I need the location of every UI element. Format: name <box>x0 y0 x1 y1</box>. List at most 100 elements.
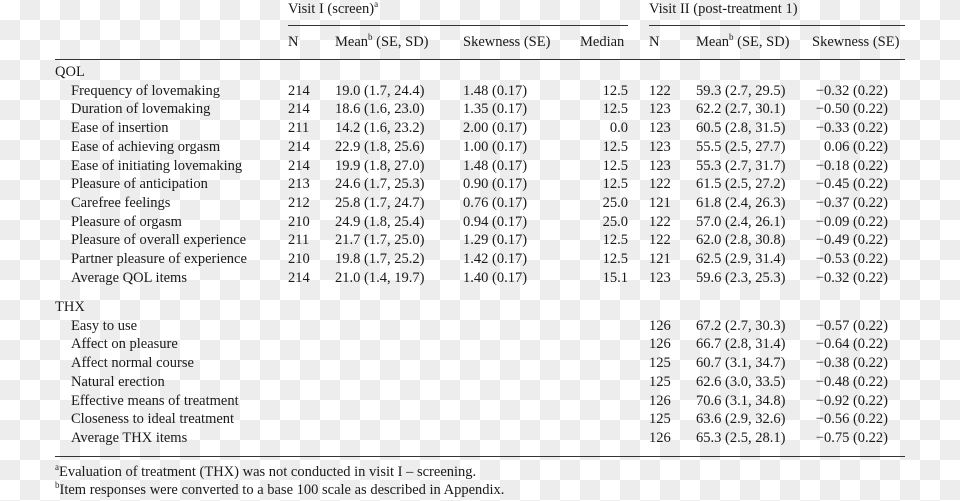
cell-v2-skew: −0.18 (0.22) <box>815 157 888 174</box>
cell-v2-n: 123 <box>649 120 671 137</box>
cell-v2-skew: −0.56 (0.22) <box>815 411 888 428</box>
row-label: Affect on pleasure <box>71 336 178 353</box>
cell-v1-n: 214 <box>288 157 310 174</box>
col-header-text: (SE, SD) <box>372 34 429 50</box>
cell-v1-median: 25.0 <box>602 194 628 211</box>
cell-v1-median: 12.5 <box>602 251 628 267</box>
cell-v1-skew: 1.29 (0.17) <box>463 232 528 249</box>
cell-v1-mean: 19.0 (1.7, 24.4) <box>335 82 425 99</box>
cell-v1-n: 211 <box>288 120 310 137</box>
row-label: Ease of insertion <box>71 120 169 137</box>
cell-v2-n: 126 <box>649 317 671 334</box>
col-header-v1-skew: Skewness (SE) <box>463 34 551 50</box>
cell-v2-n: 122 <box>649 232 671 249</box>
col-header-v2-skew: Skewness (SE) <box>812 34 900 50</box>
cell-v2-skew: −0.37 (0.22) <box>815 194 888 211</box>
row-label: Pleasure of overall experience <box>71 232 247 249</box>
cell-v2-skew: −0.64 (0.22) <box>815 336 888 353</box>
cell-v2-skew: −0.09 (0.22) <box>815 213 888 230</box>
cell-v1-median: 12.5 <box>602 157 628 174</box>
col-header-v2-n: N <box>649 34 660 50</box>
cell-v1-mean: 25.8 (1.7, 24.7) <box>335 194 425 211</box>
cell-v2-skew: −0.48 (0.22) <box>815 373 888 390</box>
cell-v2-n: 122 <box>649 82 671 99</box>
cell-v2-mean: 60.7 (3.1, 34.7) <box>696 355 786 372</box>
cell-v2-skew: −0.32 (0.22) <box>815 269 888 286</box>
cell-v2-mean: 62.0 (2.8, 30.8) <box>696 232 786 249</box>
cell-v2-n: 123 <box>649 138 671 155</box>
cell-v1-median: 12.5 <box>602 101 628 118</box>
cell-v1-n: 214 <box>288 269 310 286</box>
cell-v1-skew: 0.94 (0.17) <box>463 213 528 230</box>
cell-v2-mean: 59.6 (2.3, 25.3) <box>696 269 786 286</box>
cell-v1-skew: 1.48 (0.17) <box>463 82 528 99</box>
col-header-text: (SE, SD) <box>733 34 790 50</box>
cell-v1-mean: 14.2 (1.6, 23.2) <box>335 120 425 137</box>
row-label: Affect normal course <box>71 355 194 372</box>
cell-v1-skew: 1.40 (0.17) <box>463 269 528 286</box>
cell-v1-skew: 0.90 (0.17) <box>463 176 528 193</box>
cell-v2-mean: 55.3 (2.7, 31.7) <box>696 157 786 174</box>
cell-v1-median: 25.0 <box>602 213 628 230</box>
cell-v2-n: 122 <box>649 176 671 193</box>
cell-v1-skew: 1.42 (0.17) <box>463 251 528 267</box>
cell-v2-n: 123 <box>649 101 671 118</box>
cell-v2-mean: 61.8 (2.4, 26.3) <box>696 194 786 211</box>
col-header-v1-n: N <box>288 34 299 50</box>
cell-v1-n: 214 <box>288 138 310 155</box>
cell-v1-median: 12.5 <box>602 138 628 155</box>
footnote-b: bItem responses were converted to a base… <box>55 481 504 499</box>
group-header-label: Visit II (post-treatment 1) <box>649 1 798 17</box>
cell-v2-skew: −0.38 (0.22) <box>815 355 888 372</box>
cell-v2-n: 126 <box>649 392 671 409</box>
cell-v2-mean: 67.2 (2.7, 30.3) <box>696 317 786 334</box>
cell-v2-mean: 62.2 (2.7, 30.1) <box>696 101 786 118</box>
cell-v2-mean: 57.0 (2.4, 26.1) <box>696 213 786 230</box>
cell-v2-mean: 62.5 (2.9, 31.4) <box>696 251 786 267</box>
cell-v2-skew: 0.06 (0.22) <box>823 138 888 155</box>
cell-v1-skew: 1.35 (0.17) <box>463 101 528 118</box>
cell-v2-mean: 66.7 (2.8, 31.4) <box>696 336 786 353</box>
cell-v1-n: 213 <box>288 176 310 193</box>
footnote-a: aEvaluation of treatment (THX) was not c… <box>55 463 476 481</box>
row-label: Closeness to ideal treatment <box>71 411 235 428</box>
cell-v2-mean: 62.6 (3.0, 33.5) <box>696 373 786 390</box>
row-label: Ease of initiating lovemaking <box>71 157 243 174</box>
row-label: Natural erection <box>71 373 165 390</box>
cell-v1-n: 211 <box>288 232 310 249</box>
cell-v2-mean: 59.3 (2.7, 29.5) <box>696 82 786 99</box>
footnote-text: Item responses were converted to a base … <box>59 482 505 498</box>
cell-v2-skew: −0.33 (0.22) <box>815 120 888 137</box>
cell-v2-n: 126 <box>649 336 671 353</box>
row-label: Average QOL items <box>71 269 187 286</box>
cell-v1-mean: 22.9 (1.8, 25.6) <box>335 138 425 155</box>
cell-v1-mean: 19.9 (1.8, 27.0) <box>335 157 425 174</box>
cell-v1-n: 210 <box>288 213 310 230</box>
cell-v2-mean: 55.5 (2.5, 27.7) <box>696 138 786 155</box>
section-title: QOL <box>55 64 85 80</box>
cell-v2-n: 125 <box>649 355 671 372</box>
cell-v2-skew: −0.92 (0.22) <box>815 392 888 409</box>
cell-v2-n: 123 <box>649 157 671 174</box>
cell-v1-skew: 0.76 (0.17) <box>463 194 528 211</box>
col-header-text: Mean <box>335 34 369 50</box>
cell-v2-mean: 61.5 (2.5, 27.2) <box>696 176 786 193</box>
cell-v1-mean: 21.7 (1.7, 25.0) <box>335 232 425 249</box>
cell-v1-mean: 24.9 (1.8, 25.4) <box>335 213 425 230</box>
row-label: Pleasure of anticipation <box>71 176 208 193</box>
cell-v1-n: 212 <box>288 194 310 211</box>
group-header-visit1: Visit I (screen)a <box>288 0 378 18</box>
row-label: Average THX items <box>71 429 188 446</box>
cell-v1-median: 12.5 <box>602 176 628 193</box>
cell-v1-mean: 21.0 (1.4, 19.7) <box>335 269 425 286</box>
cell-v2-skew: −0.53 (0.22) <box>815 251 888 267</box>
header-rule <box>55 59 905 60</box>
col-header-text: Mean <box>696 34 730 50</box>
group-header-label: Visit I (screen) <box>288 1 375 17</box>
row-label: Ease of achieving orgasm <box>71 138 221 155</box>
cell-v2-mean: 63.6 (2.9, 32.6) <box>696 411 786 428</box>
cell-v1-median: 12.5 <box>602 232 628 249</box>
row-label: Carefree feelings <box>71 194 171 211</box>
row-label: Frequency of lovemaking <box>71 82 220 99</box>
col-header-v1-mean: Meanb (SE, SD) <box>335 33 429 51</box>
